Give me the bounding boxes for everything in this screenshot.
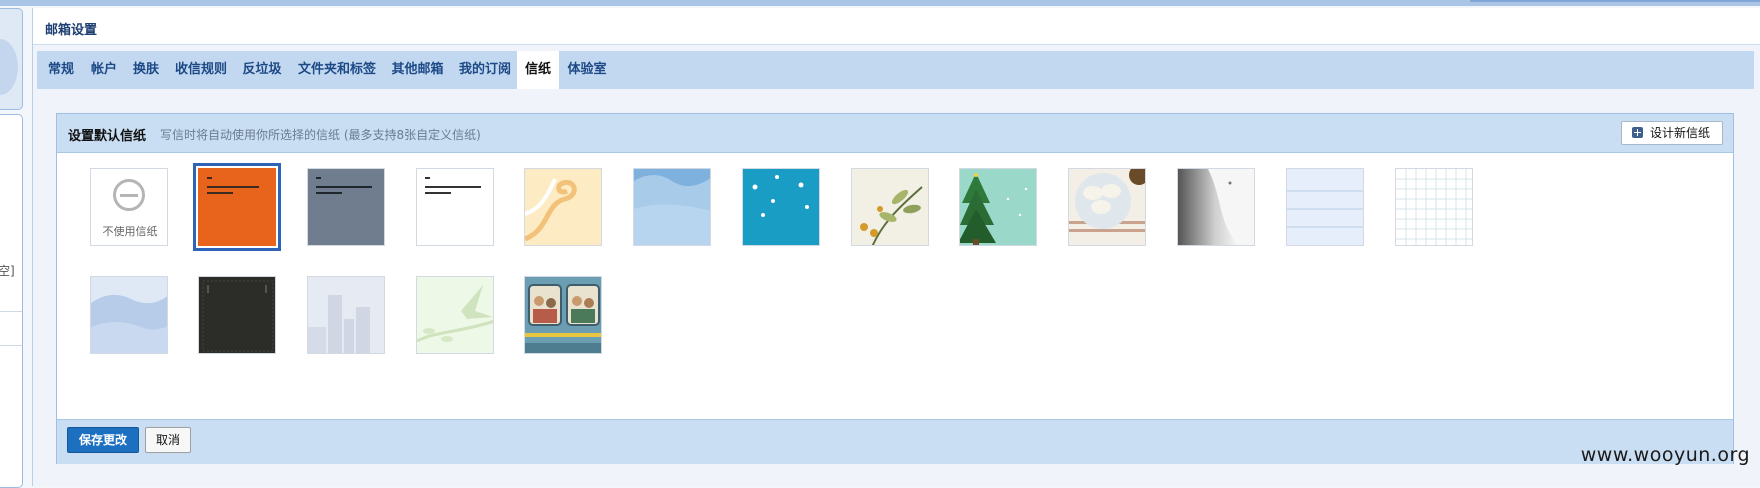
no-stationery-label: 不使用信纸 [102, 225, 158, 238]
stationery-sky-clouds[interactable] [633, 168, 711, 246]
stationery-blue-lines[interactable] [1286, 168, 1364, 246]
divider [0, 345, 22, 346]
watermark-text: www.wooyun.org [1580, 444, 1750, 466]
stationery-dumplings[interactable] [1068, 168, 1146, 246]
stationery-christmas-tree[interactable] [959, 168, 1037, 246]
left-rail-fragment-text: 空] [0, 264, 15, 278]
section-subtitle: 写信时将自动使用你所选择的信纸 (最多支持8张自定义信纸) [160, 128, 481, 142]
top-strip-accent [1470, 0, 1760, 2]
stationery-cream-swirl[interactable] [524, 168, 602, 246]
card-footer: 保存更改 取消 [57, 419, 1733, 464]
tab-inbox-rules[interactable]: 收信规则 [171, 51, 231, 89]
tab-other-mailboxes[interactable]: 其他邮箱 [387, 51, 448, 89]
stationery-dark-leather[interactable] [198, 276, 276, 354]
design-button-label: 设计新信纸 [1649, 126, 1710, 140]
panel-title-bar: 邮箱设置 [33, 8, 1760, 45]
stationery-none[interactable]: 不使用信纸 [90, 168, 168, 246]
tab-subscriptions[interactable]: 我的订阅 [455, 51, 515, 89]
settings-tabs: 常规 帐户 换肤 收信规则 反垃圾 文件夹和标签 其他邮箱 我的订阅 信纸 体验… [37, 51, 1754, 89]
tab-folders-labels[interactable]: 文件夹和标签 [294, 51, 380, 89]
stationery-tram-passengers[interactable] [524, 276, 602, 354]
avatar-image [0, 39, 18, 95]
stationery-white[interactable] [416, 168, 494, 246]
left-rail: 空] [0, 6, 24, 488]
tab-stationery[interactable]: 信纸 [517, 51, 559, 89]
card-header: 设置默认信纸 写信时将自动使用你所选择的信纸 (最多支持8张自定义信纸) 设计新… [57, 114, 1733, 153]
stationery-grid-paper[interactable] [1395, 168, 1473, 246]
section-title: 设置默认信纸 [68, 129, 147, 144]
tab-labs[interactable]: 体验室 [565, 51, 609, 89]
stationery-card: 设置默认信纸 写信时将自动使用你所选择的信纸 (最多支持8张自定义信纸) 设计新… [56, 113, 1734, 464]
tab-skin[interactable]: 换肤 [129, 51, 163, 89]
stationery-green-bird[interactable] [416, 276, 494, 354]
tab-general[interactable]: 常规 [43, 51, 79, 89]
divider [0, 311, 22, 312]
no-entry-icon [113, 179, 145, 211]
stationery-city-skyline[interactable] [307, 276, 385, 354]
save-button[interactable]: 保存更改 [67, 427, 140, 453]
page-title: 邮箱设置 [45, 23, 98, 38]
left-rail-folder-box: 空] [0, 114, 23, 488]
design-new-stationery-button[interactable]: 设计新信纸 [1620, 121, 1723, 145]
stationery-slate[interactable] [307, 168, 385, 246]
plus-square-icon [1631, 127, 1643, 138]
cancel-button[interactable]: 取消 [145, 427, 192, 453]
stationery-teal-snow[interactable] [742, 168, 820, 246]
tab-anti-spam[interactable]: 反垃圾 [238, 51, 286, 89]
no-stationery-option: 不使用信纸 [91, 169, 167, 245]
stationery-olive-branch[interactable] [851, 168, 929, 246]
stationery-grey-fur[interactable] [1177, 168, 1255, 246]
top-strip [0, 0, 1760, 6]
stationery-blue-mountains[interactable] [90, 276, 168, 354]
left-rail-avatar-box [0, 8, 23, 110]
stationery-orange[interactable] [193, 163, 281, 251]
tab-account[interactable]: 帐户 [87, 51, 121, 89]
